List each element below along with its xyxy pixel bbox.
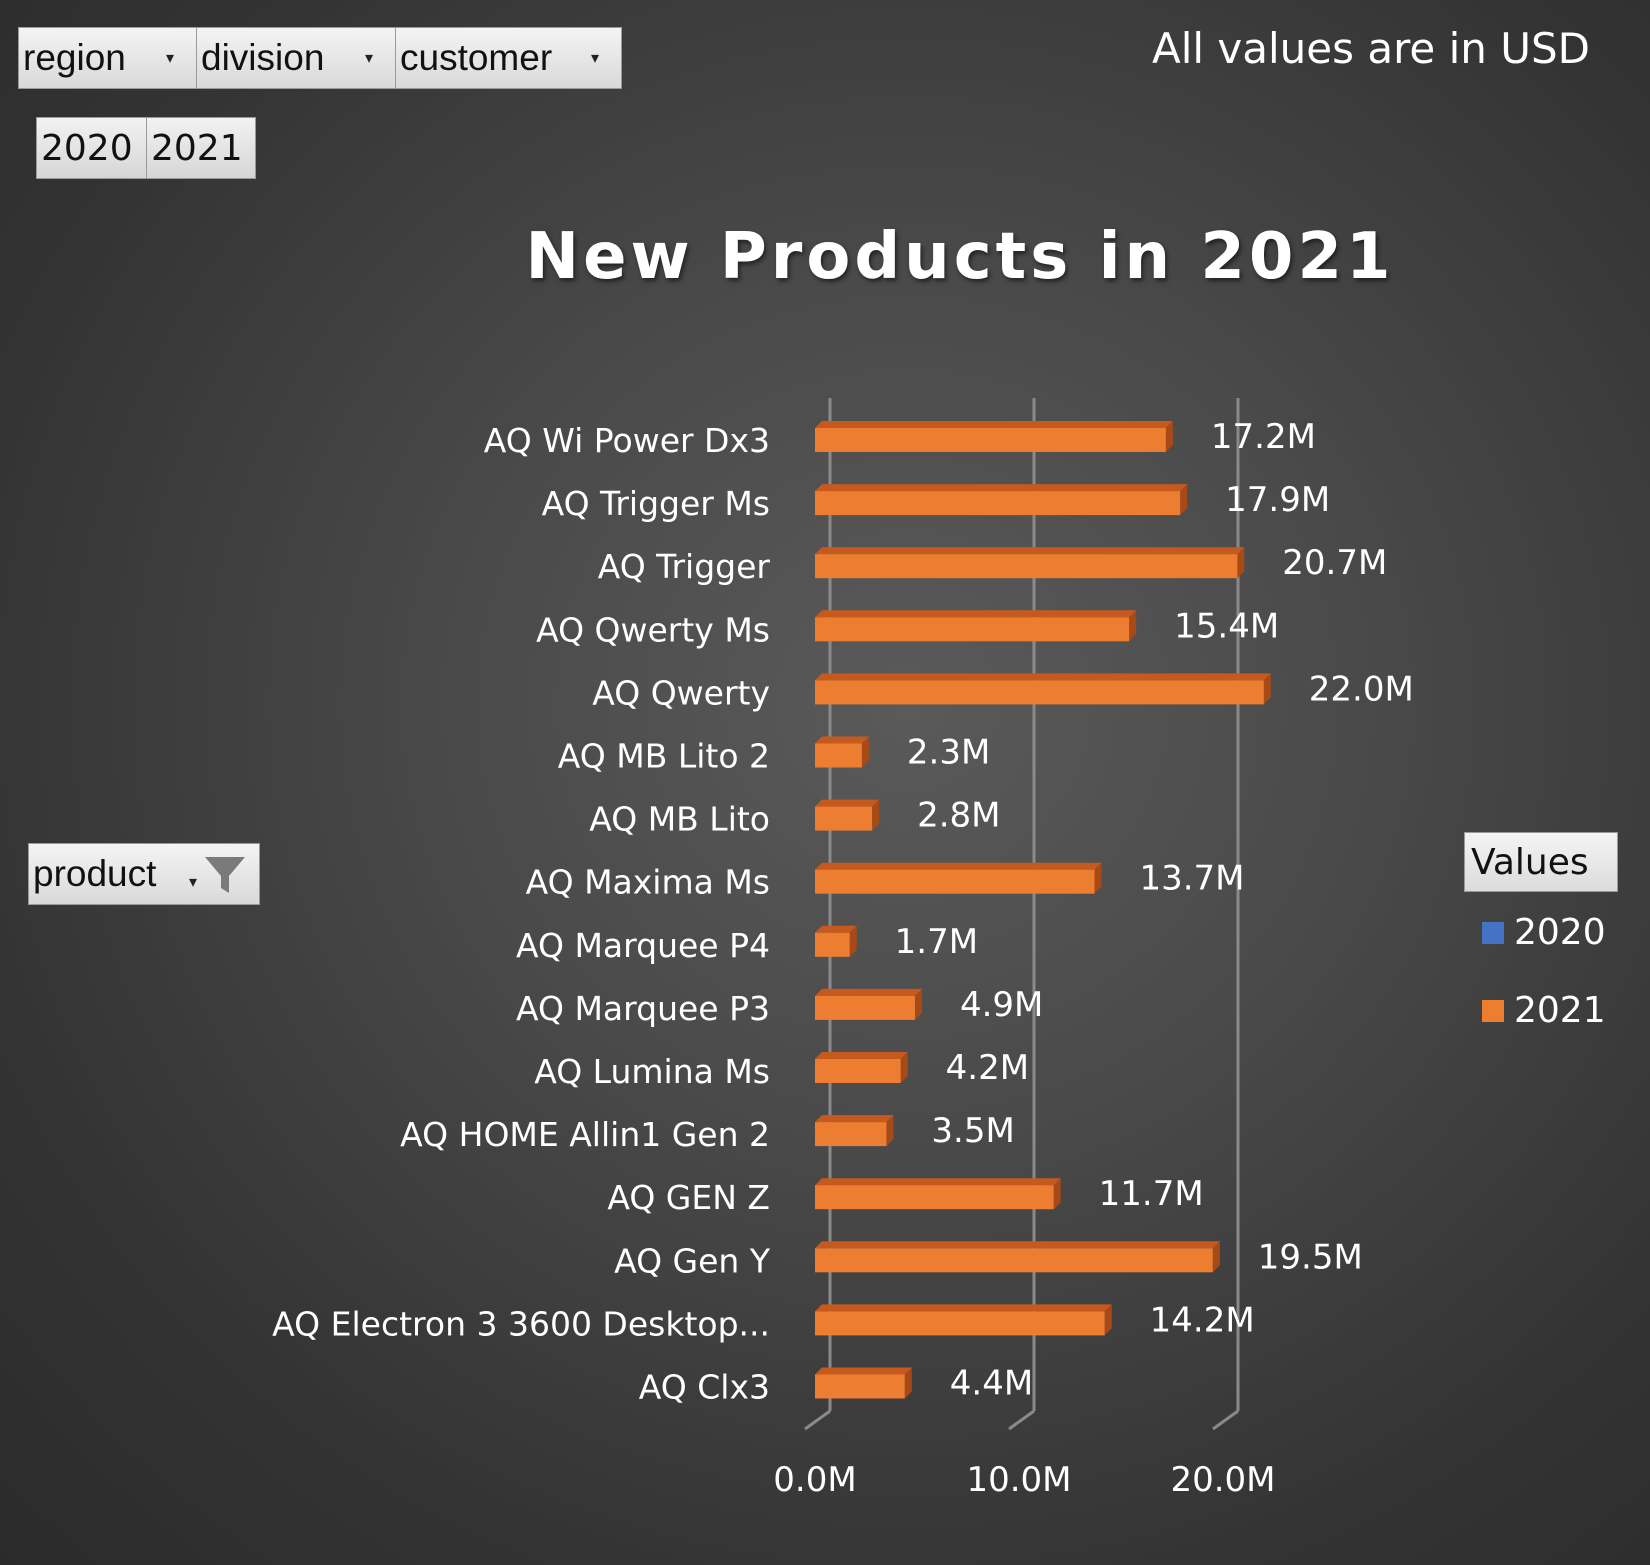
gridline-floor [804,1409,831,1431]
bar [815,1311,1105,1336]
category-label: AQ Gen Y [614,1241,771,1280]
data-label: 4.4M [950,1364,1033,1404]
data-label: 19.5M [1258,1237,1363,1277]
bar-top [815,673,1271,681]
bar [815,680,1264,705]
legend-item-2020[interactable]: 2020 [1482,912,1606,953]
category-label: AQ Marquee P3 [516,989,770,1028]
bar [815,491,1181,516]
legend-swatch-2021 [1482,999,1504,1022]
category-label: AQ Qwerty Ms [536,610,770,649]
legend-item-2021[interactable]: 2021 [1482,990,1606,1031]
bar-top [815,925,857,933]
bar-top [815,988,922,996]
category-label: AQ MB Lito [589,800,770,839]
legend-title-text: Values [1471,841,1589,883]
bar-top [815,484,1188,492]
category-label: AQ Trigger [598,547,771,586]
legend-label-2020: 2020 [1514,912,1606,953]
category-label: AQ Clx3 [639,1368,770,1407]
legend-swatch-2020 [1482,921,1504,944]
data-label: 1.7M [895,922,978,962]
bar-top [815,799,880,807]
x-tick-label: 20.0M [1170,1460,1275,1500]
bar-chart: 0.0M 10.0M 20.0M AQ Wi Power Dx3 17.2M AQ Tri… [272,398,1414,1500]
bar [815,1248,1213,1273]
category-label: AQ Electron 3 3600 Desktop... [272,1304,770,1343]
data-label: 14.2M [1150,1300,1255,1340]
bar-top [815,1241,1220,1249]
bar [815,806,873,831]
data-label: 11.7M [1099,1174,1204,1214]
bar [815,1122,887,1147]
bar-top [815,421,1173,428]
bar [815,1374,905,1399]
category-label: AQ Wi Power Dx3 [484,421,770,460]
bar-top [815,1304,1112,1312]
gridline-floor [1008,1409,1035,1431]
bar [815,995,915,1020]
category-label: AQ GEN Z [607,1178,770,1217]
category-label: AQ MB Lito 2 [558,737,770,776]
data-label: 3.5M [931,1111,1014,1151]
gridline-floor [1212,1409,1239,1431]
bar [815,554,1238,579]
category-label: AQ HOME Allin1 Gen 2 [400,1115,770,1154]
bar-top [815,862,1102,870]
bar [815,869,1095,894]
bar-top [815,610,1137,618]
bar [815,428,1166,452]
legend-label-2021: 2021 [1514,990,1606,1031]
data-label: 22.0M [1309,669,1414,709]
data-label: 2.8M [917,796,1000,836]
category-label: AQ Maxima Ms [526,863,770,902]
bar-top [815,1052,908,1059]
data-label: 2.3M [907,733,990,773]
bar-top [815,547,1245,555]
category-label: AQ Lumina Ms [534,1052,770,1091]
bar-top [815,736,869,744]
bar-top [815,1367,912,1375]
data-label: 4.9M [960,985,1043,1025]
bar [815,617,1130,642]
data-label: 13.7M [1139,859,1244,899]
x-tick-label: 0.0M [773,1460,856,1500]
bar-top [815,1178,1061,1186]
bar [815,743,862,768]
bar [815,932,850,957]
data-label: 4.2M [946,1048,1029,1088]
bar [815,1185,1054,1210]
data-label: 20.7M [1282,543,1387,583]
bar-top [815,1115,894,1123]
data-label: 17.2M [1211,417,1316,457]
category-label: AQ Marquee P4 [516,926,770,965]
x-tick-label: 10.0M [966,1460,1071,1500]
category-label: AQ Qwerty [592,673,770,712]
legend-title: Values [1464,832,1618,892]
bar [815,1059,901,1083]
category-label: AQ Trigger Ms [542,484,770,523]
data-label: 15.4M [1174,606,1279,646]
data-label: 17.9M [1225,480,1330,520]
